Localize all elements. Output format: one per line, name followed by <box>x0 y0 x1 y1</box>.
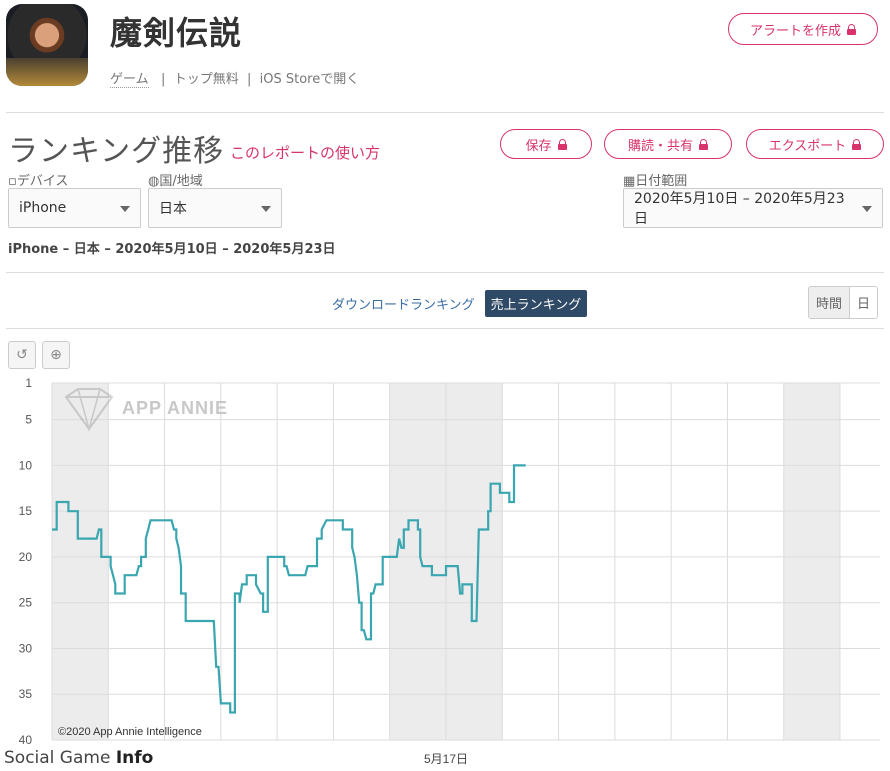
meta-separator-2: | <box>242 72 256 87</box>
tab-revenue-ranking[interactable]: 売上ランキング <box>484 290 588 317</box>
chevron-down-icon <box>862 206 872 212</box>
report-title: ランキング推移 <box>8 134 225 169</box>
device-icon: ▫ <box>8 174 17 189</box>
lock-icon <box>852 138 862 150</box>
y-tick-label: 40 <box>19 733 33 747</box>
rank-type-link[interactable]: トップ無料 <box>174 72 239 87</box>
granularity-toggle: 時間 日 <box>808 286 879 319</box>
save-label: 保存 <box>525 138 552 154</box>
device-value: iPhone <box>19 200 67 216</box>
device-label: ▫デバイス <box>8 174 69 189</box>
app-title: 魔剣伝説 <box>110 14 243 52</box>
y-tick-label: 25 <box>19 596 33 610</box>
chevron-down-icon <box>261 206 271 212</box>
watermark-brand: APP ANNIE <box>122 398 228 418</box>
globe-icon: ◍ <box>148 174 160 189</box>
y-tick-label: 1 <box>25 376 32 390</box>
y-tick-label: 15 <box>19 504 33 518</box>
filter-summary: iPhone – 日本 – 2020年5月10日 – 2020年5月23日 <box>8 242 336 257</box>
y-tick-label: 5 <box>25 413 32 427</box>
export-button[interactable]: エクスポート <box>746 129 884 159</box>
lock-icon <box>847 23 856 35</box>
country-select[interactable]: 日本 <box>148 188 282 228</box>
y-tick-label: 10 <box>19 458 33 472</box>
divider-mid <box>6 272 884 273</box>
app-meta: ゲーム | トップ無料 | iOS Storeで開く <box>110 68 360 88</box>
howto-link[interactable]: このレポートの使い方 <box>230 142 380 163</box>
y-axis: 1510152025303540 <box>19 376 33 747</box>
category-link[interactable]: ゲーム <box>110 72 149 88</box>
country-label: ◍国/地域 <box>148 174 203 189</box>
y-tick-label: 30 <box>19 641 33 655</box>
app-icon <box>6 4 88 86</box>
x-tick-label: 5月17日 <box>424 752 468 766</box>
share-button[interactable]: 購読・共有 <box>604 129 732 159</box>
export-label: エクスポート <box>768 138 847 154</box>
copyright-text: ©2020 App Annie Intelligence <box>58 726 202 738</box>
y-tick-label: 20 <box>19 550 33 564</box>
date-range-select[interactable]: 2020年5月10日 – 2020年5月23日 <box>623 188 883 228</box>
device-select[interactable]: iPhone <box>8 188 141 228</box>
y-tick-label: 35 <box>19 687 33 701</box>
ranking-tabs: ダウンロードランキング 売上ランキング <box>328 290 588 317</box>
lock-icon <box>557 138 567 150</box>
create-alert-button[interactable]: アラートを作成 <box>728 13 878 45</box>
weekend-band <box>52 383 109 740</box>
store-link[interactable]: iOS Storeで開く <box>260 72 360 87</box>
granularity-day[interactable]: 日 <box>850 287 878 318</box>
site-watermark: Social Game Info <box>4 748 154 768</box>
date-range-value: 2020年5月10日 – 2020年5月23日 <box>634 191 845 227</box>
country-value: 日本 <box>159 201 187 217</box>
save-button[interactable]: 保存 <box>500 129 592 159</box>
lock-icon <box>699 138 708 150</box>
granularity-hour[interactable]: 時間 <box>809 287 851 318</box>
x-axis: 5月17日 <box>424 752 468 766</box>
tab-download-ranking[interactable]: ダウンロードランキング <box>328 291 479 316</box>
zoom-icon[interactable]: ⊕ <box>42 341 70 369</box>
chevron-down-icon <box>120 206 130 212</box>
share-label: 購読・共有 <box>627 138 693 154</box>
divider-top <box>6 112 884 113</box>
create-alert-label: アラートを作成 <box>749 23 841 39</box>
weekend-band <box>783 383 840 740</box>
meta-separator-1: | <box>152 72 170 87</box>
date-range-label: ▦日付範囲 <box>623 174 688 189</box>
ranking-chart: APP ANNIE 1510152025303540 5月17日 ©2020 A… <box>19 376 880 766</box>
calendar-icon: ▦ <box>623 174 636 189</box>
divider-chart <box>6 328 884 329</box>
reset-zoom-icon[interactable]: ↺ <box>8 341 36 369</box>
